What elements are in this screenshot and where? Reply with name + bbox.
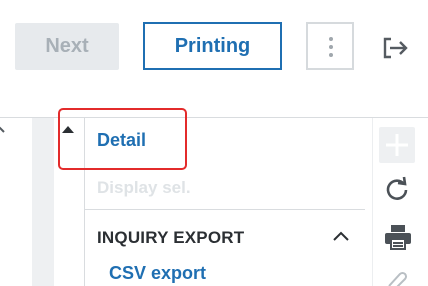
vertical-dots-icon-dot (329, 53, 333, 57)
menu-divider (85, 209, 365, 210)
section-title-inquiry-export[interactable]: INQUIRY EXPORT (97, 228, 244, 248)
next-button[interactable]: Next (15, 23, 119, 70)
chevron-left-icon[interactable] (0, 122, 8, 136)
print-button[interactable] (384, 224, 412, 250)
vertical-dots-icon-dot (329, 45, 333, 49)
panel-gutter (32, 118, 54, 286)
refresh-icon (386, 176, 408, 200)
printing-button[interactable]: Printing (143, 22, 282, 70)
logout-button[interactable] (382, 36, 410, 60)
left-scroll-strip (0, 118, 32, 286)
menu-item-csv-export[interactable]: CSV export (109, 263, 206, 284)
add-button[interactable] (379, 127, 415, 163)
menu-item-display-sel: Display sel. (97, 178, 191, 197)
more-options-button[interactable] (306, 22, 354, 70)
refresh-button[interactable] (384, 176, 410, 202)
print-icon (385, 225, 411, 250)
vertical-dots-icon (329, 37, 333, 41)
attachment-button[interactable] (386, 270, 408, 286)
chevron-up-icon[interactable] (332, 229, 350, 243)
add-icon (386, 134, 408, 156)
logout-icon (383, 37, 408, 59)
highlight-box (58, 108, 187, 170)
attachment-icon (388, 271, 408, 286)
